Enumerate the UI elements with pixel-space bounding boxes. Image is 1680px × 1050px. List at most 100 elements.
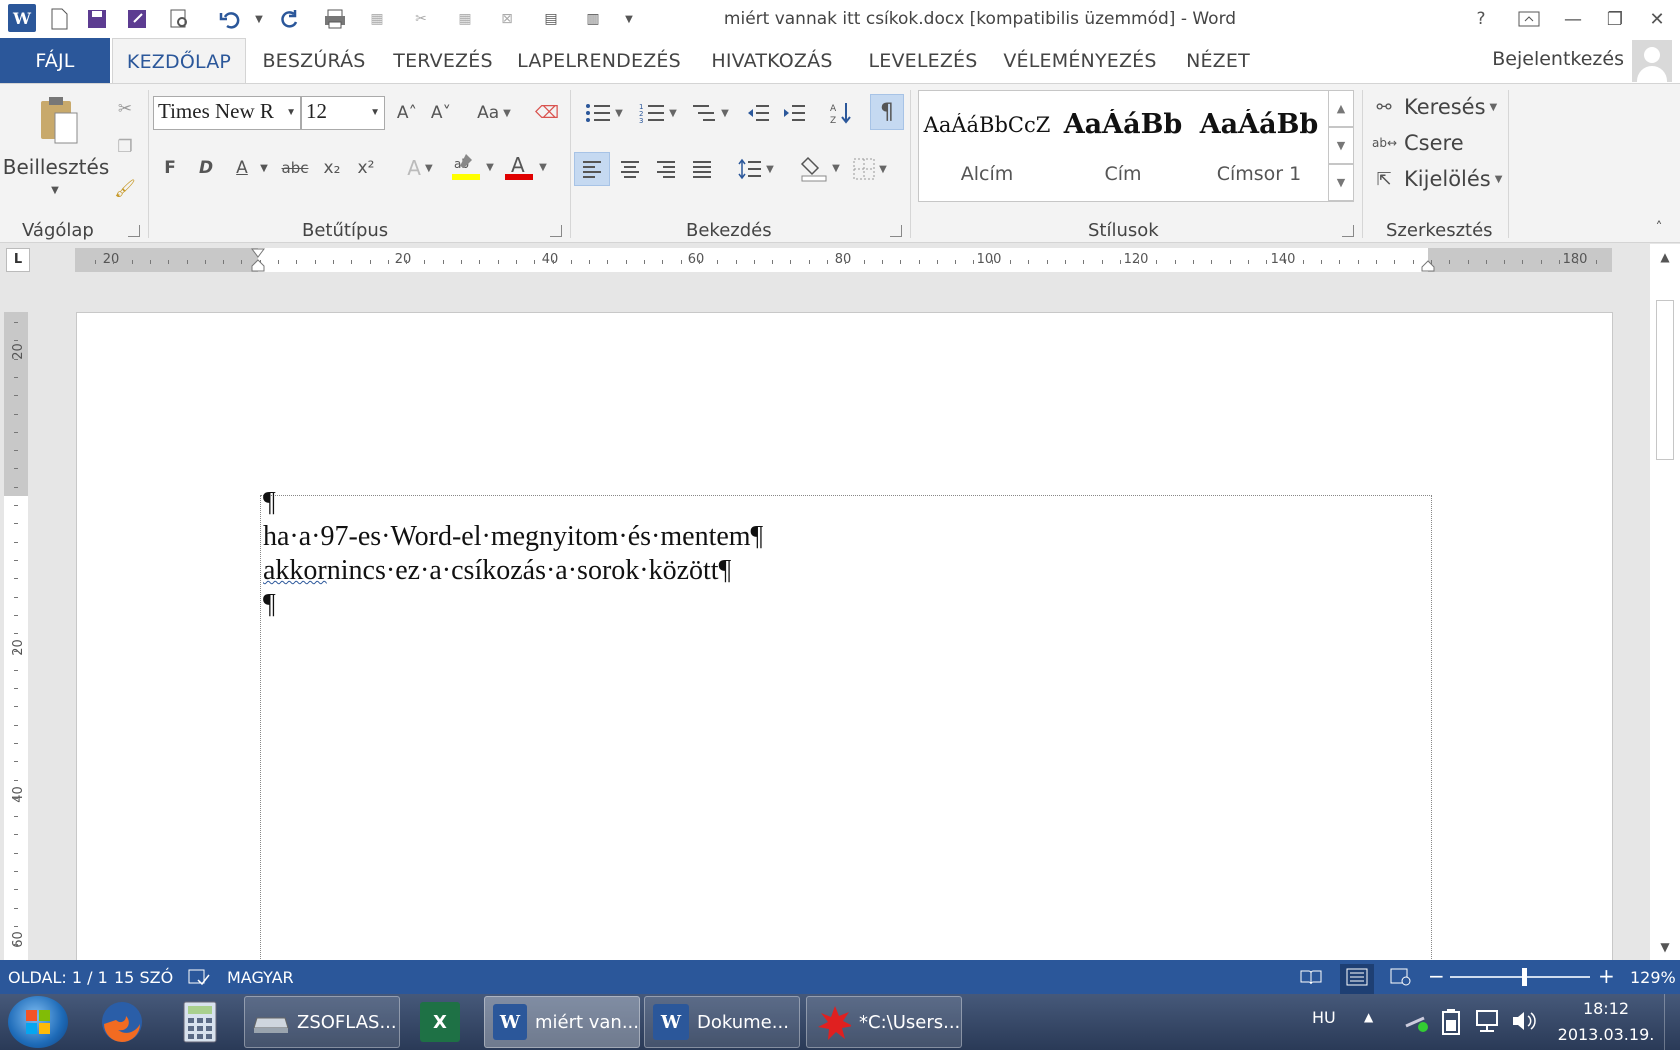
first-line-indent-marker[interactable] [251,248,265,272]
page-count[interactable]: OLDAL: 1 / 1 [8,968,108,987]
user-avatar[interactable] [1632,40,1672,82]
increase-indent-icon[interactable] [778,98,810,128]
chevron-down-icon[interactable]: ▼ [615,108,623,119]
word-app-icon[interactable]: W [8,4,36,32]
find-button[interactable]: ⚯ Keresés ▼ [1372,92,1497,122]
font-name-combo[interactable]: Times New R ▼ [153,96,301,130]
chevron-down-icon[interactable]: ▼ [286,107,296,118]
text-box-icon[interactable]: ▤ [538,6,564,32]
align-left-icon[interactable] [574,152,610,186]
superscript-button[interactable]: x² [352,152,380,184]
tab-review[interactable]: VÉLEMÉNYEZÉS [1000,38,1160,83]
firefox-taskbar-icon[interactable] [88,996,158,1048]
tab-selector-button[interactable]: L [6,248,30,272]
copy-icon[interactable]: ❐ [110,132,140,162]
bold-button[interactable]: F [156,152,184,184]
document-paragraph[interactable]: ¶ [263,589,276,621]
decrease-indent-icon[interactable] [742,98,774,128]
signin-link[interactable]: Bejelentkezés [1492,48,1624,70]
proofing-icon[interactable] [188,968,210,990]
print-preview-icon[interactable] [166,6,192,32]
line-spacing-icon[interactable]: ▼ [732,152,780,186]
zoom-slider-thumb[interactable] [1522,968,1527,986]
grid-icon[interactable]: ▦ [452,6,478,32]
web-layout-icon[interactable] [1390,968,1412,990]
underline-button[interactable]: A [228,152,256,184]
format-painter-icon[interactable]: 🖌 [110,174,140,204]
horizontal-ruler[interactable]: 20 20 40 60 80 100 120 140 180 [75,248,1612,272]
network-sync-icon[interactable] [1404,1010,1430,1038]
read-mode-icon[interactable] [1300,968,1322,990]
cut-icon[interactable]: ✂ [110,94,140,124]
word-count[interactable]: 15 SZÓ [114,968,173,987]
subscript-button[interactable]: x₂ [318,152,346,184]
help-button[interactable]: ? [1464,4,1498,34]
system-clock[interactable]: 18:12 2013.03.19. [1556,996,1656,1048]
document-paragraph[interactable]: ha·a·97-es·Word-el·megnyitom·és·mentem¶ [263,521,763,553]
chevron-down-icon[interactable]: ▼ [370,107,380,118]
replace-button[interactable]: ab↔ Csere [1372,128,1464,158]
vertical-ruler[interactable]: 20 20 40 60 [4,312,28,960]
select-button[interactable]: ⇱ Kijelölés ▼ [1372,164,1502,194]
styles-scroll-down-icon[interactable]: ▼ [1328,127,1354,164]
chevron-down-icon[interactable]: ▼ [1495,174,1503,185]
delete-table-icon[interactable]: ⊠ [494,6,520,32]
paragraph-launcher-icon[interactable] [890,225,902,237]
show-hidden-icons[interactable]: ▲ [1364,1010,1373,1024]
tab-view[interactable]: NÉZET [1176,38,1260,83]
tab-mailings[interactable]: LEVELEZÉS [858,38,988,83]
show-formatting-marks-button[interactable]: ¶ [870,94,904,130]
close-button[interactable]: ✕ [1640,4,1674,34]
zoom-out-button[interactable]: − [1428,964,1445,988]
chevron-down-icon[interactable]: ▼ [832,163,840,174]
chevron-down-icon[interactable]: ▼ [1490,102,1498,113]
chevron-down-icon[interactable]: ▼ [539,162,547,173]
chevron-down-icon[interactable]: ▼ [486,162,494,173]
taskbar-item-drive[interactable]: ZSOFLAS... [244,996,400,1048]
style-item-subtitle[interactable]: AaÁáBbCcZ Alcím [919,91,1055,201]
tab-layout[interactable]: LAPELRENDEZÉS [512,38,686,83]
scroll-thumb[interactable] [1656,300,1674,460]
paste-button[interactable]: Beillesztés [3,154,109,180]
customize-qat-icon[interactable]: ▼ [616,6,642,32]
language-status[interactable]: MAGYAR [227,968,294,987]
show-desktop-button[interactable] [1664,994,1680,1050]
chevron-down-icon[interactable]: ▼ [503,108,511,119]
zoom-in-button[interactable]: + [1598,964,1615,988]
multilevel-list-icon[interactable]: ▼ [686,98,734,128]
style-item-heading1[interactable]: AaÁáBb Címsor 1 [1191,91,1327,201]
document-page[interactable]: ¶ ha·a·97-es·Word-el·megnyitom·és·mentem… [76,312,1613,960]
scroll-up-icon[interactable]: ▲ [1650,246,1680,268]
scroll-down-icon[interactable]: ▼ [1650,936,1680,958]
network-icon[interactable] [1474,1008,1500,1038]
table-icon[interactable]: ▦ [364,6,390,32]
print-layout-icon[interactable] [1340,964,1374,994]
paste-icon[interactable] [30,92,86,152]
clear-formatting-icon[interactable]: ⌫ [532,98,562,128]
font-launcher-icon[interactable] [550,225,562,237]
print-icon[interactable] [322,6,348,32]
volume-icon[interactable] [1510,1008,1536,1038]
numbering-icon[interactable]: 123 ▼ [634,98,682,128]
font-size-combo[interactable]: 12 ▼ [301,96,385,130]
undo-dropdown-icon[interactable]: ▼ [246,6,272,32]
paste-dropdown-icon[interactable]: ▼ [40,182,70,198]
collapse-ribbon-icon[interactable]: ˄ [1646,218,1672,238]
borders-icon[interactable]: ▼ [846,152,894,186]
right-indent-marker[interactable] [1421,258,1435,272]
shrink-font-button[interactable]: A˅ [426,98,456,128]
align-center-icon[interactable] [614,152,646,186]
minimize-button[interactable]: — [1556,4,1590,34]
vertical-scrollbar[interactable]: ▲ ▼ [1650,244,1680,960]
italic-button[interactable]: D [192,152,220,184]
clipboard-launcher-icon[interactable] [128,225,140,237]
styles-more-icon[interactable]: ▼ [1328,164,1354,201]
taskbar-item-word-current[interactable]: W miért van... [484,996,640,1048]
document-paragraph[interactable]: akkornincs·ez·a·csíkozás·a·sorok·között¶ [263,555,731,587]
styles-scroll-up-icon[interactable]: ▲ [1328,90,1354,127]
redo-icon[interactable] [276,6,302,32]
tab-design[interactable]: TERVEZÉS [386,38,500,83]
tab-file[interactable]: FÁJL [0,38,110,83]
style-item-title[interactable]: AaÁáBb Cím [1055,91,1191,201]
chevron-down-icon[interactable]: ▼ [721,108,729,119]
